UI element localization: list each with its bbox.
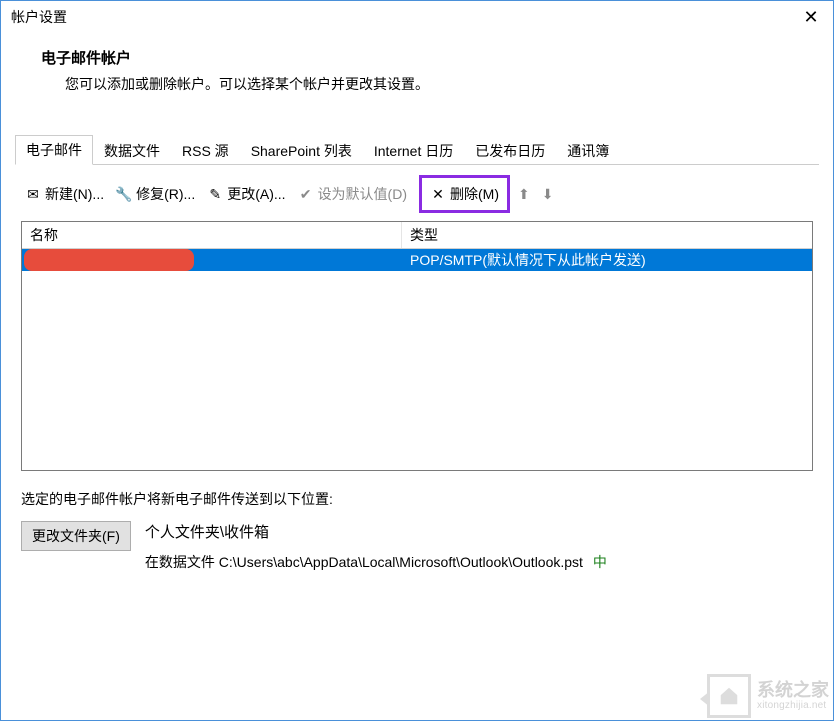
new-button[interactable]: ✉ 新建(N)...	[21, 182, 108, 206]
close-icon[interactable]: ✕	[799, 7, 823, 28]
watermark-en: xitongzhijia.net	[757, 700, 829, 711]
column-header-name[interactable]: 名称	[22, 222, 402, 248]
check-circle-icon: ✔	[298, 186, 314, 203]
edit-icon: ✎	[207, 186, 223, 203]
delivery-block: 选定的电子邮件帐户将新电子邮件传送到以下位置: 更改文件夹(F) 个人文件夹\收…	[15, 471, 819, 572]
watermark: 系统之家 xitongzhijia.net	[707, 674, 829, 718]
folder-info: 个人文件夹\收件箱 在数据文件 C:\Users\abc\AppData\Loc…	[145, 521, 813, 572]
wrench-icon: 🔧	[116, 186, 132, 203]
tab-email[interactable]: 电子邮件	[15, 135, 93, 165]
redacted-block	[24, 249, 194, 271]
header-description: 您可以添加或删除帐户。可以选择某个帐户并更改其设置。	[41, 68, 793, 110]
path-suffix: 中	[593, 554, 607, 570]
delete-button[interactable]: ✕ 删除(M)	[419, 175, 510, 213]
tab-sharepoint[interactable]: SharePoint 列表	[240, 136, 363, 165]
path-value: C:\Users\abc\AppData\Local\Microsoft\Out…	[219, 554, 583, 570]
window-title: 帐户设置	[11, 7, 67, 27]
cell-account-type: POP/SMTP(默认情况下从此帐户发送)	[402, 250, 812, 270]
change-label: 更改(A)...	[227, 184, 285, 204]
table-row[interactable]: POP/SMTP(默认情况下从此帐户发送)	[22, 249, 812, 271]
folder-title: 个人文件夹\收件箱	[145, 521, 813, 542]
delete-label: 删除(M)	[450, 184, 499, 204]
tab-published-calendar[interactable]: 已发布日历	[464, 136, 556, 165]
set-default-button[interactable]: ✔ 设为默认值(D)	[294, 182, 411, 206]
delete-x-icon: ✕	[430, 186, 446, 203]
cell-account-name	[22, 249, 402, 271]
header-block: 电子邮件帐户 您可以添加或删除帐户。可以选择某个帐户并更改其设置。	[1, 33, 833, 116]
path-prefix: 在数据文件	[145, 554, 219, 570]
header-title: 电子邮件帐户	[41, 47, 793, 68]
move-down-button[interactable]: ⬇	[538, 186, 558, 203]
accounts-table: 名称 类型 POP/SMTP(默认情况下从此帐户发送)	[21, 221, 813, 471]
table-header: 名称 类型	[22, 222, 812, 249]
move-up-button[interactable]: ⬆	[514, 186, 534, 203]
set-default-label: 设为默认值(D)	[318, 184, 407, 204]
change-button[interactable]: ✎ 更改(A)...	[203, 182, 289, 206]
home-icon	[707, 674, 751, 718]
repair-label: 修复(R)...	[136, 184, 195, 204]
content-area: 电子邮件 数据文件 RSS 源 SharePoint 列表 Internet 日…	[1, 134, 833, 572]
folder-path: 在数据文件 C:\Users\abc\AppData\Local\Microso…	[145, 552, 813, 572]
column-header-type[interactable]: 类型	[402, 222, 812, 248]
titlebar: 帐户设置 ✕	[1, 1, 833, 33]
account-settings-window: 帐户设置 ✕ 电子邮件帐户 您可以添加或删除帐户。可以选择某个帐户并更改其设置。…	[0, 0, 834, 721]
tab-address-book[interactable]: 通讯簿	[556, 136, 620, 165]
watermark-text: 系统之家 xitongzhijia.net	[757, 681, 829, 712]
watermark-cn: 系统之家	[757, 681, 829, 701]
tabstrip: 电子邮件 数据文件 RSS 源 SharePoint 列表 Internet 日…	[15, 134, 819, 165]
tab-internet-calendar[interactable]: Internet 日历	[363, 136, 464, 165]
delivery-row: 更改文件夹(F) 个人文件夹\收件箱 在数据文件 C:\Users\abc\Ap…	[21, 521, 813, 572]
tab-rss[interactable]: RSS 源	[171, 136, 240, 165]
new-label: 新建(N)...	[45, 184, 104, 204]
mail-new-icon: ✉	[25, 186, 41, 203]
toolbar: ✉ 新建(N)... 🔧 修复(R)... ✎ 更改(A)... ✔ 设为默认值…	[15, 165, 819, 221]
tab-data-files[interactable]: 数据文件	[93, 136, 171, 165]
delivery-intro: 选定的电子邮件帐户将新电子邮件传送到以下位置:	[21, 489, 813, 509]
repair-button[interactable]: 🔧 修复(R)...	[112, 182, 199, 206]
change-folder-button[interactable]: 更改文件夹(F)	[21, 521, 131, 551]
